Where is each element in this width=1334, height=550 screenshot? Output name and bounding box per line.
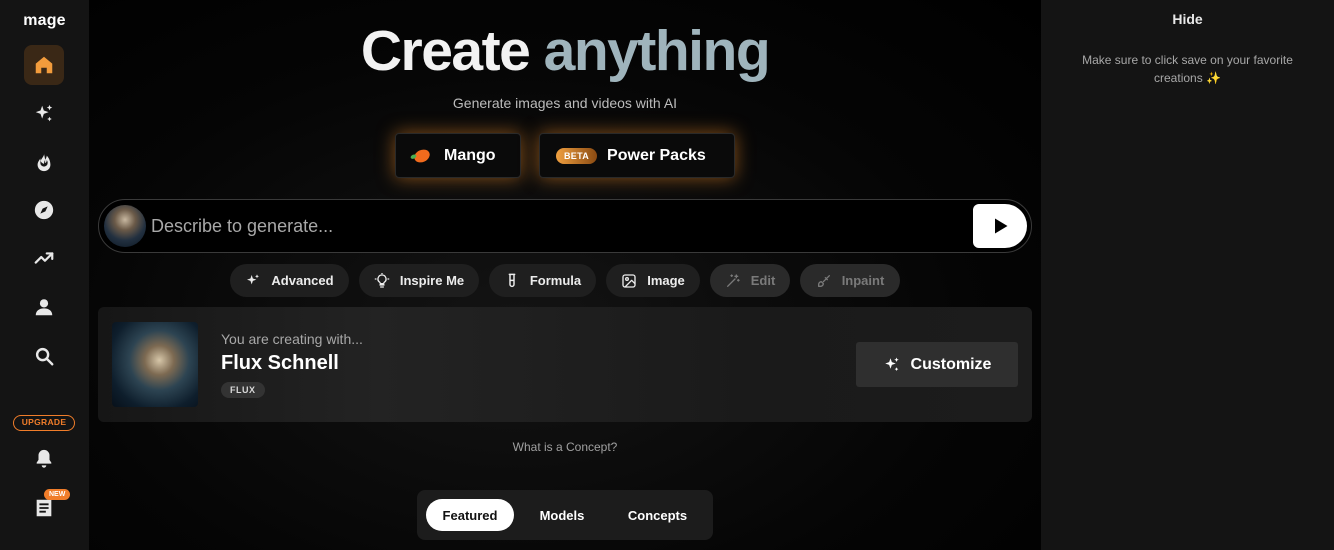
- prompt-input[interactable]: [151, 214, 951, 238]
- concept-name: Flux Schnell: [221, 352, 339, 374]
- edit-button[interactable]: Edit: [710, 264, 790, 297]
- play-icon: [995, 218, 1008, 234]
- advanced-button[interactable]: Advanced: [230, 264, 349, 297]
- new-badge: NEW: [44, 489, 71, 500]
- user-icon: [35, 299, 53, 316]
- beta-badge: BETA: [556, 147, 598, 164]
- sidebar-item-notifications[interactable]: [24, 439, 64, 479]
- sidebar-item-explore[interactable]: [24, 190, 64, 230]
- power-packs-label: Power Packs: [607, 146, 706, 164]
- magic-wand-icon: [726, 273, 740, 287]
- test-tube-icon: [508, 273, 516, 287]
- mango-button[interactable]: Mango: [395, 133, 521, 178]
- generate-button[interactable]: [973, 204, 1027, 248]
- right-panel: Hide Make sure to click save on your fav…: [1041, 0, 1334, 550]
- concept-subtitle: You are creating with...: [221, 331, 363, 347]
- inpaint-label: Inpaint: [841, 273, 885, 288]
- formula-label: Formula: [529, 273, 582, 288]
- customize-label: Customize: [910, 355, 992, 373]
- concept-avatar[interactable]: [104, 205, 146, 247]
- bell-icon: [36, 449, 52, 468]
- trending-up-icon: [34, 252, 54, 264]
- sparkles-icon: [35, 104, 53, 122]
- inspire-me-label: Inspire Me: [399, 273, 465, 288]
- save-note: Make sure to click save on your favorite…: [1082, 53, 1293, 85]
- lightbulb-icon: [374, 272, 390, 288]
- sparkles-icon: [884, 357, 899, 371]
- concept-thumbnail: [112, 322, 198, 407]
- inspire-me-button[interactable]: Inspire Me: [359, 264, 479, 297]
- main-content: Create anything Generate images and vide…: [89, 0, 1041, 550]
- compass-icon: [34, 200, 54, 220]
- upgrade-button[interactable]: UPGRADE: [13, 415, 75, 431]
- sidebar-item-create[interactable]: [24, 94, 64, 134]
- hide-button[interactable]: Hide: [1041, 11, 1334, 27]
- brush-icon: [817, 274, 830, 287]
- app-logo[interactable]: mage: [0, 12, 89, 30]
- power-packs-button[interactable]: BETA Power Packs: [539, 133, 735, 178]
- hero-title-part1: Create: [360, 19, 531, 83]
- sidebar-item-home[interactable]: [24, 45, 64, 85]
- tab-concepts[interactable]: Concepts: [610, 499, 705, 531]
- sidebar-item-search[interactable]: [24, 336, 64, 376]
- sparkles-icon: [247, 273, 260, 284]
- inpaint-button[interactable]: Inpaint: [800, 264, 900, 297]
- sidebar-item-trending[interactable]: [24, 238, 64, 278]
- image-icon: [622, 273, 636, 288]
- home-icon: [35, 56, 53, 74]
- hero-title: Create anything: [89, 18, 1041, 84]
- flame-icon: [37, 152, 51, 172]
- edit-label: Edit: [750, 273, 776, 288]
- customize-button[interactable]: Customize: [856, 342, 1018, 387]
- hero-title-part2: anything: [543, 19, 771, 83]
- hero-subtitle: Generate images and videos with AI: [452, 95, 678, 111]
- mango-label: Mango: [444, 146, 496, 164]
- advanced-label: Advanced: [271, 273, 334, 288]
- tab-featured[interactable]: Featured: [426, 499, 514, 531]
- search-icon: [35, 347, 54, 366]
- concept-card: You are creating with... Flux Schnell FL…: [98, 307, 1032, 422]
- newspaper-icon: [36, 499, 52, 517]
- formula-button[interactable]: Formula: [489, 264, 596, 297]
- mango-icon: [412, 146, 432, 165]
- content-tabs: Featured Models Concepts: [417, 490, 713, 540]
- what-is-concept-link[interactable]: What is a Concept?: [89, 440, 1041, 454]
- image-label: Image: [647, 273, 685, 288]
- left-sidebar: mage UPGRADE NEW: [0, 0, 89, 550]
- prompt-bar: [98, 199, 1032, 253]
- concept-tag: FLUX: [221, 382, 265, 398]
- tab-models[interactable]: Models: [518, 499, 606, 531]
- sidebar-item-hot[interactable]: [24, 142, 64, 182]
- sidebar-item-profile[interactable]: [24, 287, 64, 327]
- image-button[interactable]: Image: [606, 264, 700, 297]
